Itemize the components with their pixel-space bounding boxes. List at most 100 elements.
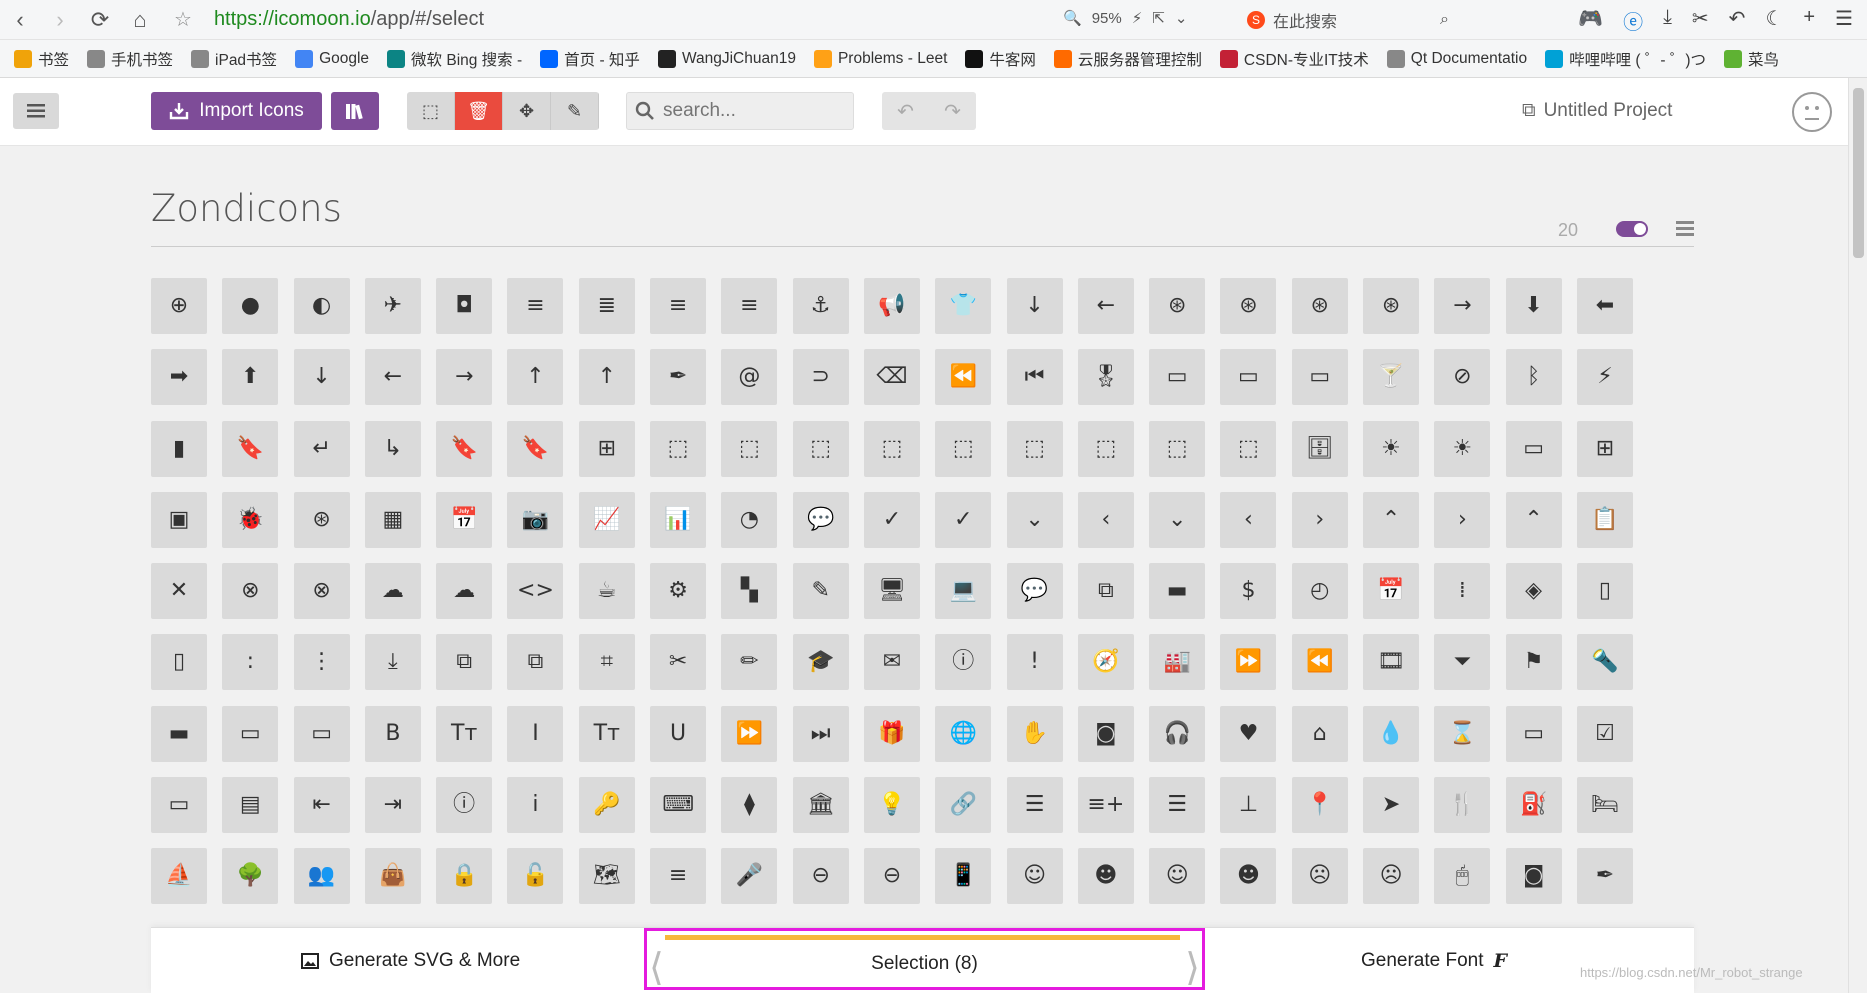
icon-cell[interactable]: ⬚ bbox=[863, 420, 920, 477]
icon-cell[interactable]: ⚓ bbox=[792, 278, 849, 334]
icon-cell[interactable]: ♥ bbox=[1220, 705, 1277, 762]
selection-button[interactable]: ⟨ Selection (8) ⟩ bbox=[644, 928, 1205, 990]
icon-cell[interactable]: ⬚ bbox=[1006, 420, 1063, 477]
scissors-icon[interactable]: ✂ bbox=[1692, 6, 1709, 35]
icon-cell[interactable]: ⓘ bbox=[436, 777, 493, 834]
icon-cell[interactable]: 🔖 bbox=[222, 420, 279, 477]
bookmark-item[interactable]: 菜鸟 bbox=[1724, 48, 1779, 70]
select-tool-button[interactable]: ⬚ bbox=[407, 92, 455, 130]
generate-svg-button[interactable]: Generate SVG & More bbox=[301, 950, 520, 972]
icon-cell[interactable]: ⊛ bbox=[1220, 278, 1277, 334]
share-icon[interactable]: ⇱ bbox=[1152, 9, 1165, 27]
icon-cell[interactable]: → bbox=[436, 349, 493, 406]
icon-cell[interactable]: ⇥ bbox=[364, 777, 421, 834]
back-icon[interactable]: ‹ bbox=[0, 0, 40, 40]
icon-cell[interactable]: ✎ bbox=[792, 563, 849, 620]
icon-cell[interactable]: ⛽ bbox=[1505, 777, 1562, 834]
icon-cell[interactable]: → bbox=[1434, 278, 1491, 334]
icon-cell[interactable]: ⚙ bbox=[650, 563, 707, 620]
icon-cell[interactable]: 💬 bbox=[792, 491, 849, 548]
icon-cell[interactable]: ⬚ bbox=[650, 420, 707, 477]
icon-cell[interactable]: ⇤ bbox=[293, 777, 350, 834]
icon-cell[interactable]: ⊖ bbox=[863, 848, 920, 905]
icon-cell[interactable]: ◐ bbox=[293, 278, 350, 334]
icon-cell[interactable]: ▭ bbox=[222, 705, 279, 762]
edge-icon[interactable]: ⓔ bbox=[1623, 6, 1643, 35]
icon-cell[interactable]: ⬚ bbox=[935, 420, 992, 477]
icon-cell[interactable]: ⬆ bbox=[222, 349, 279, 406]
home-icon[interactable]: ⌂ bbox=[120, 0, 160, 40]
icon-cell[interactable]: ⊛ bbox=[1363, 278, 1420, 334]
icon-cell[interactable]: ⏭ bbox=[792, 705, 849, 762]
icon-cell[interactable]: ⚡ bbox=[1576, 349, 1633, 406]
icon-cell[interactable]: ⬅ bbox=[1576, 278, 1633, 334]
icon-cell[interactable]: ✓ bbox=[935, 491, 992, 548]
icon-cell[interactable]: ⬚ bbox=[792, 420, 849, 477]
icon-cell[interactable]: 🏛 bbox=[792, 777, 849, 834]
icon-cell[interactable]: ▬ bbox=[1149, 563, 1206, 620]
address-bar[interactable]: https://icomoon.io/app/#/select bbox=[214, 8, 484, 31]
bookmark-star-icon[interactable]: ☆ bbox=[174, 7, 192, 32]
icon-cell[interactable]: ◙ bbox=[1505, 848, 1562, 905]
icon-cell[interactable]: ▤ bbox=[222, 777, 279, 834]
icon-cell[interactable]: 👜 bbox=[364, 848, 421, 905]
icon-cell[interactable]: ⌫ bbox=[863, 349, 920, 406]
icon-cell[interactable]: ✕ bbox=[151, 563, 207, 620]
icon-cell[interactable]: ▦ bbox=[364, 491, 421, 548]
icon-cell[interactable]: ✒ bbox=[1576, 848, 1633, 905]
icon-cell[interactable]: 🔒 bbox=[436, 848, 493, 905]
icon-cell[interactable]: ✒ bbox=[650, 349, 707, 406]
icon-cell[interactable]: ☺ bbox=[1006, 848, 1063, 905]
icon-cell[interactable]: ☻ bbox=[1220, 848, 1277, 905]
search-input[interactable] bbox=[663, 100, 843, 122]
icon-cell[interactable]: 🎤 bbox=[721, 848, 778, 905]
icon-cell[interactable]: 🖥 bbox=[863, 563, 920, 620]
icon-cell[interactable]: ⬚ bbox=[1220, 420, 1277, 477]
edit-tool-button[interactable]: ✎ bbox=[551, 92, 599, 130]
icon-cell[interactable]: ◔ bbox=[721, 491, 778, 548]
icon-cell[interactable]: ⧉ bbox=[1077, 563, 1134, 620]
search-engine-icon[interactable]: S bbox=[1247, 11, 1265, 29]
bookmark-item[interactable]: iPad书签 bbox=[191, 48, 277, 70]
icon-cell[interactable]: ← bbox=[364, 349, 421, 406]
icon-cell[interactable]: ▭ bbox=[293, 705, 350, 762]
icon-cell[interactable]: ↑ bbox=[507, 349, 564, 406]
bookmark-item[interactable]: 书签 bbox=[14, 48, 69, 70]
library-button[interactable] bbox=[331, 92, 379, 130]
icon-cell[interactable]: Tт bbox=[436, 705, 493, 762]
icon-cell[interactable]: 🎖 bbox=[1077, 349, 1134, 406]
icon-cell[interactable]: ⊕ bbox=[151, 278, 207, 334]
icon-cell[interactable]: Tт bbox=[578, 705, 635, 762]
icon-cell[interactable]: ⋮ bbox=[293, 634, 350, 691]
bookmark-item[interactable]: CSDN-专业IT技术 bbox=[1219, 48, 1369, 70]
bookmark-item[interactable]: 哔哩哔哩 ( ゜- ゜)つ bbox=[1545, 48, 1706, 70]
icon-search[interactable] bbox=[626, 92, 854, 130]
icon-cell[interactable]: ⌄ bbox=[1149, 491, 1206, 548]
bookmark-item[interactable]: Qt Documentatio bbox=[1386, 49, 1527, 68]
icon-cell[interactable]: ⧉ bbox=[507, 634, 564, 691]
icon-cell[interactable]: ☁ bbox=[436, 563, 493, 620]
icon-cell[interactable]: ▬ bbox=[151, 705, 207, 762]
icon-cell[interactable]: ✓ bbox=[863, 491, 920, 548]
icon-cell[interactable]: ☺ bbox=[1149, 848, 1206, 905]
icon-cell[interactable]: ⚑ bbox=[1505, 634, 1562, 691]
icon-cell[interactable]: ✉ bbox=[863, 634, 920, 691]
icon-cell[interactable]: ⊗ bbox=[222, 563, 279, 620]
icon-cell[interactable]: ≡ bbox=[507, 278, 564, 334]
icon-cell[interactable]: ▣ bbox=[151, 491, 207, 548]
new-tab-icon[interactable]: + bbox=[1803, 6, 1815, 35]
icon-cell[interactable]: ▭ bbox=[1505, 705, 1562, 762]
icon-cell[interactable]: ! bbox=[1006, 634, 1063, 691]
icon-cell[interactable]: 📷 bbox=[507, 491, 564, 548]
icon-cell[interactable]: ⊘ bbox=[1434, 349, 1491, 406]
icon-cell[interactable]: ⊛ bbox=[1291, 278, 1348, 334]
forward-icon[interactable]: › bbox=[40, 0, 80, 40]
bookmark-item[interactable]: 手机书签 bbox=[87, 48, 173, 70]
icon-cell[interactable]: ☰ bbox=[1006, 777, 1063, 834]
iconset-toggle[interactable] bbox=[1616, 221, 1648, 237]
icon-cell[interactable]: ⧉ bbox=[436, 634, 493, 691]
icon-cell[interactable]: 🐞 bbox=[222, 491, 279, 548]
icon-cell[interactable]: ● bbox=[222, 278, 279, 334]
search-icon[interactable]: ⌕ bbox=[1440, 11, 1449, 29]
icon-cell[interactable]: 📱 bbox=[935, 848, 992, 905]
